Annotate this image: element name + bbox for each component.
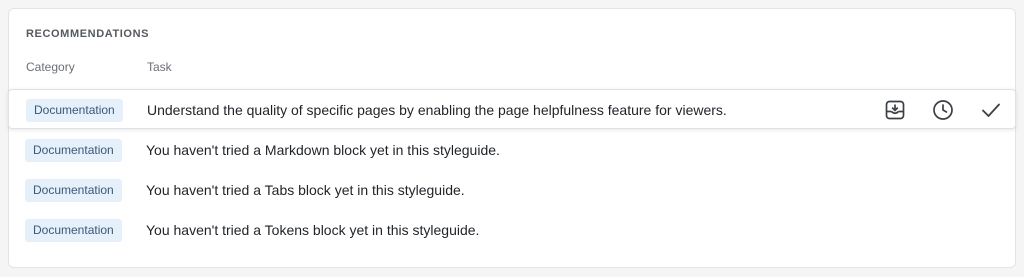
complete-button[interactable] (979, 98, 1003, 122)
recommendation-row[interactable]: Documentation You haven't tried a Markdo… (0, 130, 1024, 170)
archive-button[interactable] (883, 98, 907, 122)
snooze-button[interactable] (931, 98, 955, 122)
column-header-task: Task (147, 60, 172, 74)
category-badge: Documentation (25, 139, 122, 162)
category-badge: Documentation (25, 179, 122, 202)
checkmark-icon (982, 103, 1000, 117)
archive-icon (885, 100, 905, 120)
recommendation-row[interactable]: Documentation You haven't tried a Tokens… (0, 210, 1024, 250)
category-badge: Documentation (26, 99, 123, 122)
clock-icon (933, 100, 953, 120)
column-header-category: Category (26, 60, 75, 74)
section-title: RECOMMENDATIONS (26, 28, 150, 40)
task-text: You haven't tried a Markdown block yet i… (146, 142, 500, 158)
category-badge: Documentation (25, 219, 122, 242)
recommendation-row[interactable]: Documentation Understand the quality of … (8, 89, 1016, 129)
task-text: Understand the quality of specific pages… (147, 102, 727, 118)
task-text: You haven't tried a Tabs block yet in th… (146, 182, 465, 198)
recommendation-row[interactable]: Documentation You haven't tried a Tabs b… (0, 170, 1024, 210)
task-text: You haven't tried a Tokens block yet in … (146, 222, 480, 238)
